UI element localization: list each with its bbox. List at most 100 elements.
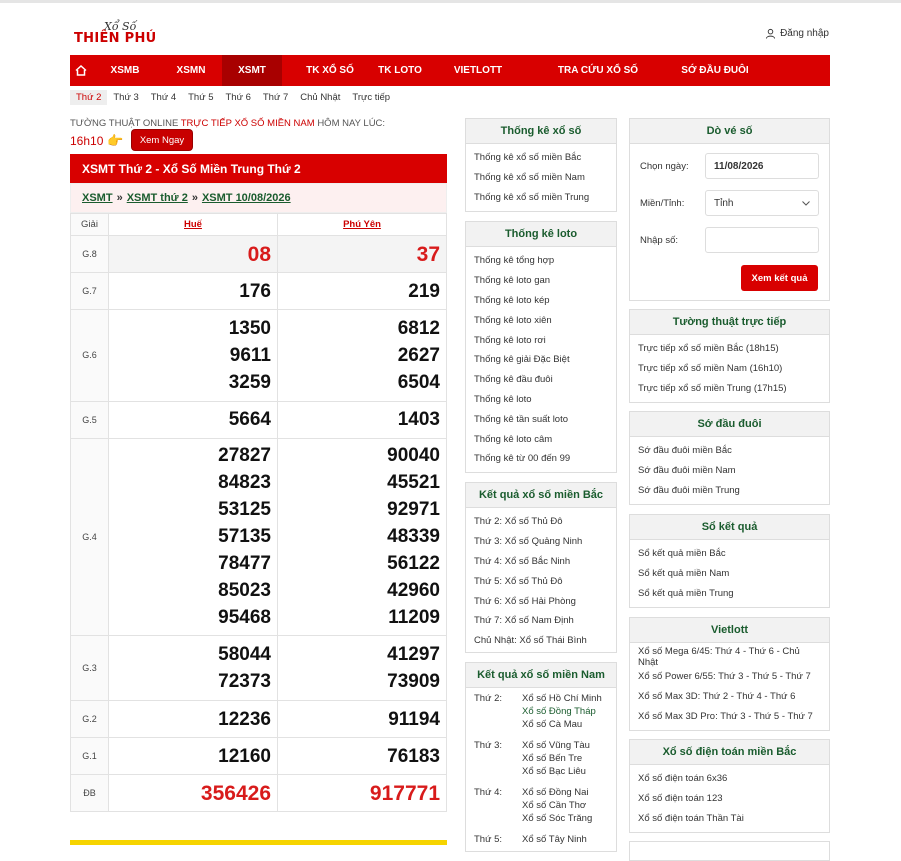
list-item[interactable]: Xổ số điện toán 6x36 [638,769,821,789]
prize-number: 45521 [387,472,440,494]
list-item[interactable]: Thống kê loto xiên [474,310,608,330]
table-row: G.3 58044 72373 41297 73909 [70,635,447,701]
tab-thu-3[interactable]: Thứ 3 [107,90,144,105]
list-item[interactable]: Sổ kết quả miền Bắc [638,544,821,564]
list-item[interactable]: Thống kê xổ số miền Trung [474,188,608,208]
list-item[interactable]: Thống kê loto câm [474,429,608,449]
date-input[interactable]: 11/08/2026 [705,153,819,179]
list-item[interactable]: Thống kê xổ số miền Nam [474,168,608,188]
tab-truc-tiep[interactable]: Trực tiếp [346,90,396,105]
list-item[interactable]: Xổ số Max 3D: Thứ 2 - Thứ 4 - Thứ 6 [638,687,821,707]
list-item[interactable]: Thống kê đầu đuôi [474,370,608,390]
list-item[interactable]: Sổ kết quả miền Trung [638,584,821,604]
site-logo[interactable]: Xổ Số THIÊN PHÚ [74,20,166,50]
province-link[interactable]: Xổ số Bạc Liêu [522,765,608,778]
list-item[interactable]: Thứ 2: Xổ số Thủ Đô [474,512,608,532]
prize-cell: 76183 [277,737,447,775]
list-item[interactable]: Thứ 3: Xổ số Quảng Ninh [474,532,608,552]
prize-number: 356426 [200,781,271,805]
province-link[interactable]: Xổ số Hồ Chí Minh [522,692,608,705]
list-item[interactable]: Thống kê loto [474,390,608,410]
table-header: Giải Huế Phú Yên [70,213,447,236]
number-input[interactable] [705,227,819,253]
list-item[interactable]: Thống kê tổng hợp [474,251,608,271]
prize-number: 1403 [397,409,440,430]
prize-number: 92971 [387,499,440,521]
list-item[interactable]: Sớ đầu đuôi miền Bắc [638,441,821,461]
province-hue-link[interactable]: Huế [184,219,202,230]
live-link[interactable]: TRỰC TIẾP XỔ SỐ MIỀN NAM [181,118,315,129]
nav-vietlott[interactable]: VIETLOTT [422,55,534,86]
nav-xsmt[interactable]: XSMT [222,55,282,86]
nav-so-dau-duoi[interactable]: SỚ ĐẦU ĐUÔI [662,55,768,86]
tab-thu-5[interactable]: Thứ 5 [182,90,219,105]
list-item[interactable]: Sớ đầu đuôi miền Nam [638,461,821,481]
province-link[interactable]: Xổ số Đồng Tháp [522,705,608,718]
list-item[interactable]: Thứ 4: Xổ số Bắc Ninh [474,552,608,572]
list-item[interactable]: Chủ Nhật: Xổ số Thái Bình [474,631,608,651]
list-item[interactable]: Xổ số điện toán 123 [638,789,821,809]
region-select[interactable]: Tỉnh [705,190,819,216]
number-label: Nhập số: [640,234,679,246]
prize-cell: 176 [108,272,278,310]
list-item[interactable]: Thống kê giải Đặc Biệt [474,350,608,370]
prize-cell: 90040 45521 92971 48339 56122 42960 11209 [277,437,447,636]
breadcrumb-xsmt-thu-2[interactable]: XSMT thứ 2 [127,192,188,204]
table-row: G.1 12160 76183 [70,737,447,775]
list-item[interactable]: Sổ kết quả miền Nam [638,564,821,584]
province-link[interactable]: Xổ số Đồng Nai [522,786,608,799]
list-item[interactable]: Xổ số Power 6/55: Thứ 3 - Thứ 5 - Thứ 7 [638,667,821,687]
xem-ngay-button[interactable]: Xem Ngay [132,130,192,150]
list-item[interactable]: Thống kê loto rơi [474,330,608,350]
xem-ket-qua-button[interactable]: Xem kết quả [741,265,818,291]
nav-xsmb[interactable]: XSMB [90,55,160,86]
province-link[interactable]: Xổ số Sóc Trăng [522,812,608,825]
prize-number: 3259 [228,371,271,393]
number-row: Nhập số: [640,227,819,253]
breadcrumb-date[interactable]: XSMT 10/08/2026 [202,192,291,204]
list-item[interactable]: Thống kê loto kép [474,291,608,311]
list-item[interactable]: Thống kê tần suất loto [474,409,608,429]
nav-tra-cuu[interactable]: TRA CỨU XỔ SỐ [534,55,662,86]
province-phu-yen-link[interactable]: Phú Yên [343,219,381,230]
province-link[interactable]: Xổ số Cần Thơ [522,799,608,812]
list-item[interactable]: Trực tiếp xổ số miền Bắc (18h15) [638,339,821,359]
list-item[interactable]: Thống kê xổ số miền Bắc [474,148,608,168]
prize-number: 84823 [218,472,271,494]
nav-tk-loto[interactable]: TK LOTO [378,55,422,86]
list-item[interactable]: Thứ 6: Xổ số Hải Phòng [474,591,608,611]
list-item[interactable]: Thứ 5: Xổ số Thủ Đô [474,571,608,591]
home-icon[interactable] [72,55,90,86]
list-item[interactable]: Xổ số điện toán Thần Tài [638,809,821,829]
live-notice: TƯỜNG THUẬT ONLINE TRỰC TIẾP XỔ SỐ MIỀN … [70,118,385,129]
tab-thu-6[interactable]: Thứ 6 [220,90,257,105]
tab-thu-7[interactable]: Thứ 7 [257,90,294,105]
list-item[interactable]: Xổ số Mega 6/45: Thứ 4 - Thứ 6 - Chủ Nhậ… [638,646,821,668]
list-item[interactable]: Trực tiếp xổ số miền Nam (16h10) [638,359,821,379]
schedule-day: Thứ 2: [474,693,503,704]
table-row: ĐB 356426 917771 [70,774,447,812]
list-item[interactable]: Thống kê loto gan [474,271,608,291]
province-link[interactable]: Xổ số Bến Tre [522,752,608,765]
nav-xsmn[interactable]: XSMN [160,55,222,86]
province-phu-yen[interactable]: Phú Yên [277,213,447,236]
tab-thu-4[interactable]: Thứ 4 [145,90,182,105]
login-link[interactable]: Đăng nhập [765,28,829,39]
prize-cell: 219 [277,272,447,310]
prize-cell: 91194 [277,700,447,738]
box-kq-mb: Kết quả xổ số miền Bắc Thứ 2: Xổ số Thủ … [465,482,617,653]
province-hue[interactable]: Huế [108,213,278,236]
list-item[interactable]: Sớ đầu đuôi miền Trung [638,481,821,501]
province-link[interactable]: Xổ số Vũng Tàu [522,739,608,752]
list-item[interactable]: Trực tiếp xổ số miền Trung (17h15) [638,379,821,399]
nav-tk-xo-so[interactable]: TK XỔ SỐ [282,55,378,86]
prize-cell: 08 [108,235,278,273]
list-item[interactable]: Thống kê từ 00 đến 99 [474,449,608,469]
province-link[interactable]: Xổ số Tây Ninh [522,833,608,846]
province-link[interactable]: Xổ số Cà Mau [522,718,608,731]
breadcrumb-xsmt[interactable]: XSMT [82,192,113,204]
tab-thu-2[interactable]: Thứ 2 [70,90,108,105]
list-item[interactable]: Xổ số Max 3D Pro: Thứ 3 - Thứ 5 - Thứ 7 [638,706,821,726]
list-item[interactable]: Thứ 7: Xổ số Nam Định [474,611,608,631]
tab-chu-nhat[interactable]: Chủ Nhật [294,90,346,105]
